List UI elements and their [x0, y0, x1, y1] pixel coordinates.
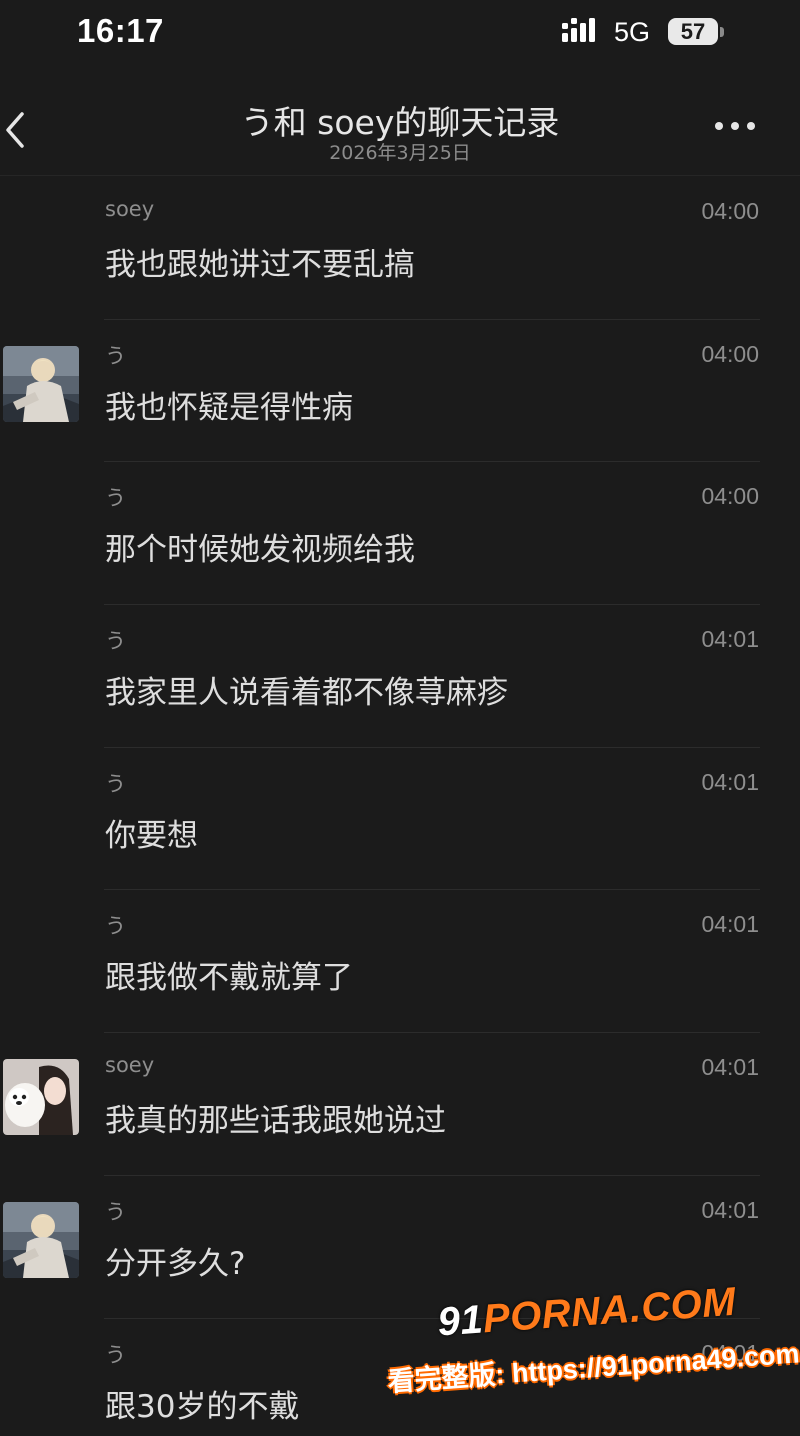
- message-sender: う: [105, 1199, 126, 1224]
- message-time: 04:01: [701, 911, 759, 938]
- battery-icon: [720, 27, 724, 37]
- message-time: 04:01: [701, 626, 759, 653]
- page-subtitle-date: 2026年3月25日: [329, 142, 471, 164]
- message-sender: う: [105, 1342, 126, 1367]
- message-sender: う: [105, 914, 126, 939]
- message-item[interactable]: う 04:01 我家里人说看着都不像荨麻疹: [0, 605, 800, 748]
- network-type: 5G: [614, 17, 651, 47]
- avatar-woman-dog-photo[interactable]: [3, 1059, 79, 1136]
- message-sender: う: [105, 343, 126, 368]
- more-options-button[interactable]: [712, 116, 758, 136]
- message-sender: う: [105, 629, 126, 654]
- signal-strength-icon: [562, 18, 595, 42]
- status-time: 16:17: [77, 12, 164, 49]
- message-item[interactable]: う 04:01 跟30岁的不戴: [0, 1319, 800, 1436]
- message-item[interactable]: う 04:00 那个时候她发视频给我: [0, 462, 800, 606]
- chat-history-screen: 16:17 5G 57 う和 soey的聊天记录 2026年3月25日 soey…: [0, 0, 800, 1436]
- more-dots-icon: [715, 122, 723, 130]
- message-item[interactable]: soey 04:01 我真的那些话我跟她说过: [0, 1033, 800, 1176]
- nav-bar: う和 soey的聊天记录 2026年3月25日: [0, 70, 800, 176]
- message-text: 那个时候她发视频给我: [105, 532, 415, 569]
- message-text: 我也跟她讲过不要乱搞: [105, 247, 415, 283]
- battery-level: 57: [668, 18, 718, 45]
- message-sender: う: [105, 771, 126, 796]
- message-text: 分开多久?: [105, 1245, 246, 1282]
- message-time: 04:00: [701, 340, 759, 367]
- message-time: 04:01: [701, 768, 759, 795]
- message-item[interactable]: う 04:00 我也怀疑是得性病: [0, 320, 800, 463]
- message-item[interactable]: う 04:01 你要想: [0, 748, 800, 891]
- page-title: う和 soey的聊天记录: [240, 103, 560, 142]
- message-text: 我真的那些话我跟她说过: [105, 1103, 446, 1140]
- message-time: 04:00: [701, 483, 759, 510]
- message-text: 跟我做不戴就算了: [105, 960, 353, 997]
- message-text: 你要想: [105, 817, 198, 854]
- message-item[interactable]: う 04:01 跟我做不戴就算了: [0, 890, 800, 1034]
- message-time: 04:01: [701, 1054, 759, 1081]
- message-text: 我也怀疑是得性病: [105, 389, 353, 426]
- message-item[interactable]: soey 04:00 我也跟她讲过不要乱搞: [0, 177, 800, 320]
- message-item[interactable]: う 04:01 分开多久?: [0, 1176, 800, 1319]
- avatar-man-photo[interactable]: [3, 345, 79, 422]
- status-bar: 16:17 5G 57: [0, 0, 800, 70]
- message-sender: う: [105, 486, 126, 511]
- message-text: 跟30岁的不戴: [105, 1388, 300, 1425]
- message-time: 04:00: [701, 198, 759, 224]
- message-sender: soey: [105, 1053, 155, 1078]
- message-sender: soey: [105, 197, 155, 221]
- message-text: 我家里人说看着都不像荨麻疹: [105, 675, 508, 712]
- message-time: 04:01: [701, 1196, 759, 1223]
- message-list[interactable]: soey 04:00 我也跟她讲过不要乱搞 う 04:00 我也怀疑是得性病う 04:00…: [0, 177, 800, 1436]
- avatar-man-photo[interactable]: [3, 1201, 79, 1278]
- message-time: 04:01: [701, 1339, 759, 1366]
